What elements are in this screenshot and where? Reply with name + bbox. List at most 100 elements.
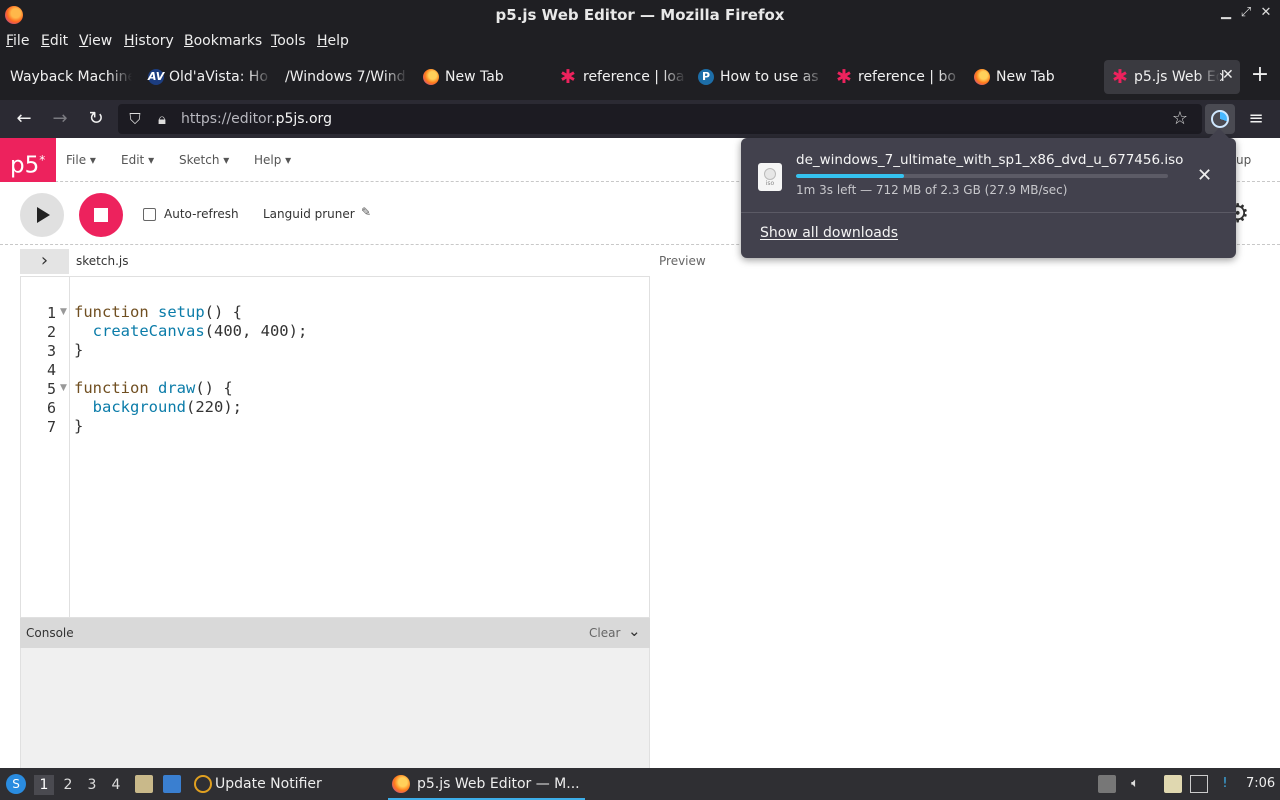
firefox-icon [974,69,990,85]
p5-menu-sketch[interactable]: Sketch ▾ [179,153,229,167]
task-update-notifier[interactable]: Update Notifier [190,768,380,800]
file-manager-icon[interactable] [135,775,153,793]
notification-icon[interactable]: ! [1216,775,1234,793]
file-tab-sketch[interactable]: sketch.js [76,254,128,268]
line-number: 3 [46,342,56,360]
download-progress-bar [796,174,1168,178]
tab-new-tab-2[interactable]: New Tab [968,60,1100,94]
hamburger-menu-icon[interactable]: ≡ [1244,107,1268,131]
window-titlebar: p5.js Web Editor — Mozilla Firefox ▁ ⤢ ✕ [0,0,1280,30]
p5-menu-help[interactable]: Help ▾ [254,153,291,167]
volume-icon[interactable]: 🔈︎ [1126,775,1144,793]
code-editor[interactable]: 1 ▼ 2 3 4 5 ▼ 6 7 function setup() { cre… [20,276,650,618]
taskbar: S 1 2 3 4 Update Notifier p5.js Web Edit… [0,768,1280,800]
code-line[interactable]: function draw() { [74,379,233,397]
p-icon: P [698,69,714,85]
menu-bar: File Edit View History Bookmarks Tools H… [0,30,1280,54]
storage-icon[interactable] [1098,775,1116,793]
code-line[interactable]: } [74,417,83,435]
line-number: 2 [46,323,56,341]
auto-refresh-checkbox[interactable] [143,208,156,221]
close-window-button[interactable]: ✕ [1258,5,1274,23]
cancel-download-icon[interactable]: ✕ [1197,165,1212,186]
pencil-icon[interactable]: ✎ [361,205,371,219]
show-desktop-icon[interactable] [163,775,181,793]
lock-icon[interactable]: 🔒︎ [151,107,173,131]
line-number: 5 [46,380,56,398]
close-tab-icon[interactable]: ✕ [1222,67,1234,83]
workspace-4[interactable]: 4 [106,775,126,795]
workspace-3[interactable]: 3 [82,775,102,795]
console-clear-button[interactable]: Clear [589,626,620,640]
code-line[interactable]: background(220); [74,398,242,416]
p5-logo[interactable]: p5* [0,138,56,182]
download-progress-icon [1211,110,1229,128]
forward-button[interactable]: → [48,107,72,131]
p5-menu-file[interactable]: File ▾ [66,153,96,167]
p5-menu-edit[interactable]: Edit ▾ [121,153,154,167]
tab-wayback-machine[interactable]: Wayback Machine [0,60,132,94]
new-tab-button[interactable]: + [1250,64,1270,88]
line-number: 4 [46,361,56,379]
back-button[interactable]: ← [12,107,36,131]
tab-oldavista[interactable]: AV Old'aVista: Ho [140,60,272,94]
code-line[interactable]: createCanvas(400, 400); [74,322,308,340]
p5-star-icon: ✱ [560,66,576,88]
tab-strip: Wayback Machine AV Old'aVista: Ho /Windo… [0,54,1280,100]
oldavista-icon: AV [148,69,165,85]
expand-sidebar-button[interactable]: › [20,249,69,274]
reload-button[interactable]: ↻ [84,107,108,131]
code-line[interactable]: function setup() { [74,303,242,321]
update-notifier-icon [194,775,212,793]
download-status: 1m 3s left — 712 MB of 2.3 GB (27.9 MB/s… [796,183,1068,197]
tab-new-tab[interactable]: New Tab [416,60,548,94]
clock: 7:06 [1246,776,1276,791]
nav-toolbar: ← → ↻ ⛉ 🔒︎ https://editor.p5js.org ☆ ≡ [0,100,1280,138]
url-bar[interactable]: ⛉ 🔒︎ https://editor.p5js.org ☆ [118,104,1202,134]
workspace-1[interactable]: 1 [34,775,54,795]
maximize-button[interactable]: ⤢ [1238,5,1254,23]
menu-file[interactable]: File [6,33,29,49]
sketch-name[interactable]: Languid pruner [263,207,355,221]
shield-icon[interactable]: ⛉ [124,107,146,131]
download-progress-fill [796,174,904,178]
tab-how-to-use[interactable]: P How to use as [692,60,824,94]
menu-bookmarks[interactable]: Bookmarks [184,33,262,49]
menu-tools[interactable]: Tools [271,33,306,49]
minimize-button[interactable]: ▁ [1218,5,1234,23]
menu-edit[interactable]: Edit [41,33,68,49]
stop-button[interactable] [79,193,123,237]
tab-p5js-web-editor[interactable]: ✱ p5.js Web Ed ✕ [1104,60,1240,94]
preview-label: Preview [659,254,706,268]
fold-arrow-icon[interactable]: ▼ [60,383,67,393]
downloads-panel: iso de_windows_7_ultimate_with_sp1_x86_d… [741,128,1236,258]
menu-view[interactable]: View [79,33,112,49]
menu-history[interactable]: History [124,33,174,49]
line-number: 1 [46,304,56,322]
menu-help[interactable]: Help [317,33,349,49]
url-text[interactable]: https://editor.p5js.org [181,111,332,127]
stop-icon [94,208,108,222]
show-all-downloads-button[interactable]: Show all downloads [760,225,898,241]
console-output [20,648,650,768]
line-number: 7 [46,418,56,436]
tab-reference-load[interactable]: ✱ reference | loa [554,60,686,94]
tab-windows7[interactable]: /Windows 7/Wind [280,60,408,94]
console-label: Console [26,626,74,640]
iso-file-icon: iso [758,163,782,191]
start-menu-icon[interactable]: S [6,774,26,794]
p5-star-icon: ✱ [1112,66,1128,88]
clipboard-icon[interactable] [1164,775,1182,793]
tab-reference-bo[interactable]: ✱ reference | bo [830,60,962,94]
network-icon[interactable] [1190,775,1208,793]
download-filename[interactable]: de_windows_7_ultimate_with_sp1_x86_dvd_u… [796,152,1183,168]
console-header: Console Clear ⌄ [20,618,650,648]
fold-arrow-icon[interactable]: ▼ [60,307,67,317]
workspace-2[interactable]: 2 [58,775,78,795]
code-line[interactable]: } [74,341,83,359]
chevron-down-icon[interactable]: ⌄ [628,622,641,640]
task-firefox[interactable]: p5.js Web Editor — M... [388,768,585,800]
play-button[interactable] [20,193,64,237]
bookmark-star-icon[interactable]: ☆ [1169,107,1191,131]
signup-link[interactable]: up [1236,153,1251,167]
